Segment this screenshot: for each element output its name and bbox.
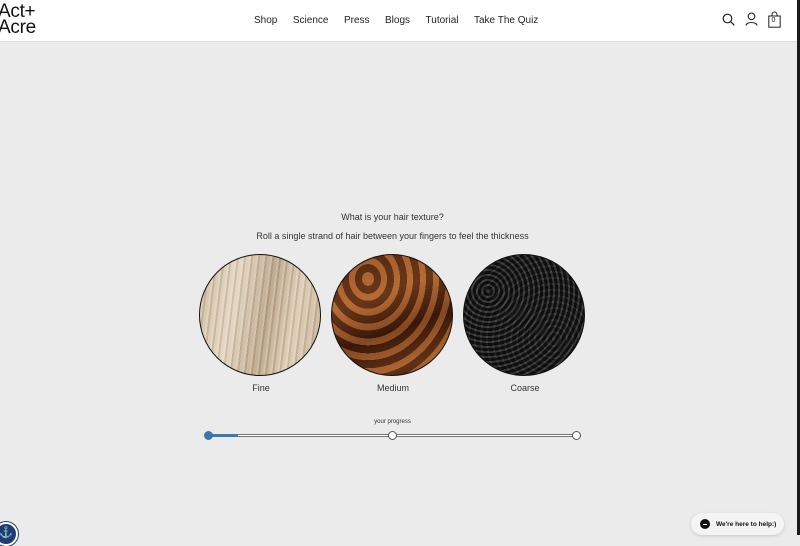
nav-tutorial[interactable]: Tutorial: [426, 15, 459, 26]
accessibility-icon[interactable]: ⚓: [0, 522, 18, 546]
progress-step-3[interactable]: [572, 431, 581, 440]
option-fine[interactable]: Fine: [199, 254, 323, 393]
logo-line-2: Acre: [0, 17, 36, 38]
progress-step-2[interactable]: [388, 431, 397, 440]
nav-press[interactable]: Press: [344, 15, 370, 26]
cart-icon[interactable]: 0: [767, 11, 781, 28]
option-label: Medium: [376, 383, 409, 393]
account-icon[interactable]: [744, 11, 758, 27]
coarse-hair-image[interactable]: [463, 254, 585, 376]
progress-step-1[interactable]: [204, 431, 213, 440]
header-icons: 0: [721, 11, 781, 28]
nav-shop[interactable]: Shop: [254, 15, 277, 26]
site-header: Act+ Acre Shop Science Press Blogs Tutor…: [0, 0, 797, 42]
option-medium[interactable]: Medium: [331, 254, 455, 393]
quiz-instruction: Roll a single strand of hair between you…: [256, 231, 529, 241]
progress-label: your progress: [374, 419, 411, 425]
cart-count: 0: [771, 17, 776, 24]
nav-blogs[interactable]: Blogs: [385, 15, 410, 26]
search-icon[interactable]: [721, 11, 735, 27]
option-label: Coarse: [510, 383, 540, 393]
option-coarse[interactable]: Coarse: [463, 254, 587, 393]
option-label: Fine: [252, 383, 270, 393]
nav-science[interactable]: Science: [293, 15, 329, 26]
logo[interactable]: Act+ Acre: [0, 2, 36, 38]
help-label: We're here to help:): [716, 520, 777, 528]
chat-icon: [700, 519, 710, 529]
main-nav: Shop Science Press Blogs Tutorial Take T…: [254, 15, 554, 26]
help-chat-button[interactable]: We're here to help:): [691, 513, 784, 535]
medium-hair-image[interactable]: [331, 254, 453, 376]
quiz-question: What is your hair texture?: [341, 212, 444, 222]
nav-take-the-quiz[interactable]: Take The Quiz: [474, 15, 538, 26]
fine-hair-image[interactable]: [199, 254, 321, 376]
